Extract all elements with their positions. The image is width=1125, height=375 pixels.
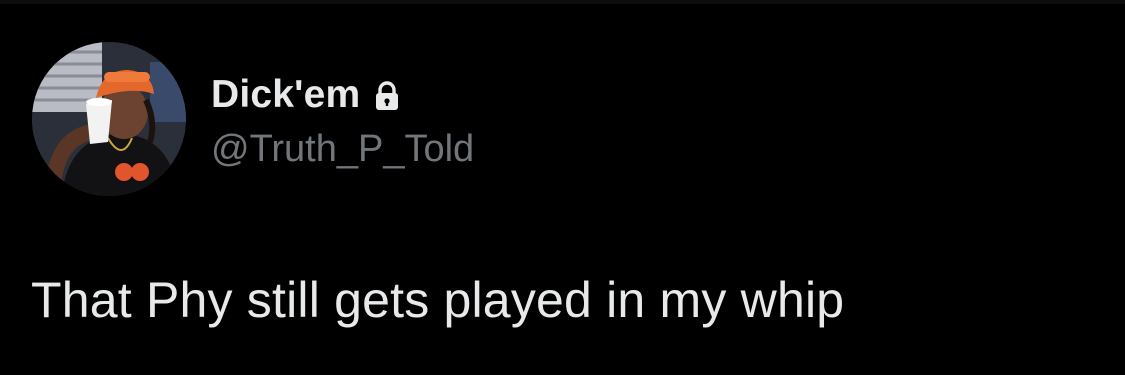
author-block: Dick'em @Truth_P_Told <box>211 70 474 174</box>
avatar[interactable] <box>32 42 186 196</box>
avatar-image <box>32 42 186 196</box>
lock-icon <box>374 81 400 111</box>
display-name[interactable]: Dick'em <box>211 70 360 120</box>
tweet-text: That Phy still gets played in my whip <box>31 272 845 328</box>
tweet-card[interactable]: Dick'em @Truth_P_Told That Phy still get… <box>0 0 1125 375</box>
name-row: Dick'em <box>211 70 474 120</box>
user-handle[interactable]: @Truth_P_Told <box>211 124 474 174</box>
